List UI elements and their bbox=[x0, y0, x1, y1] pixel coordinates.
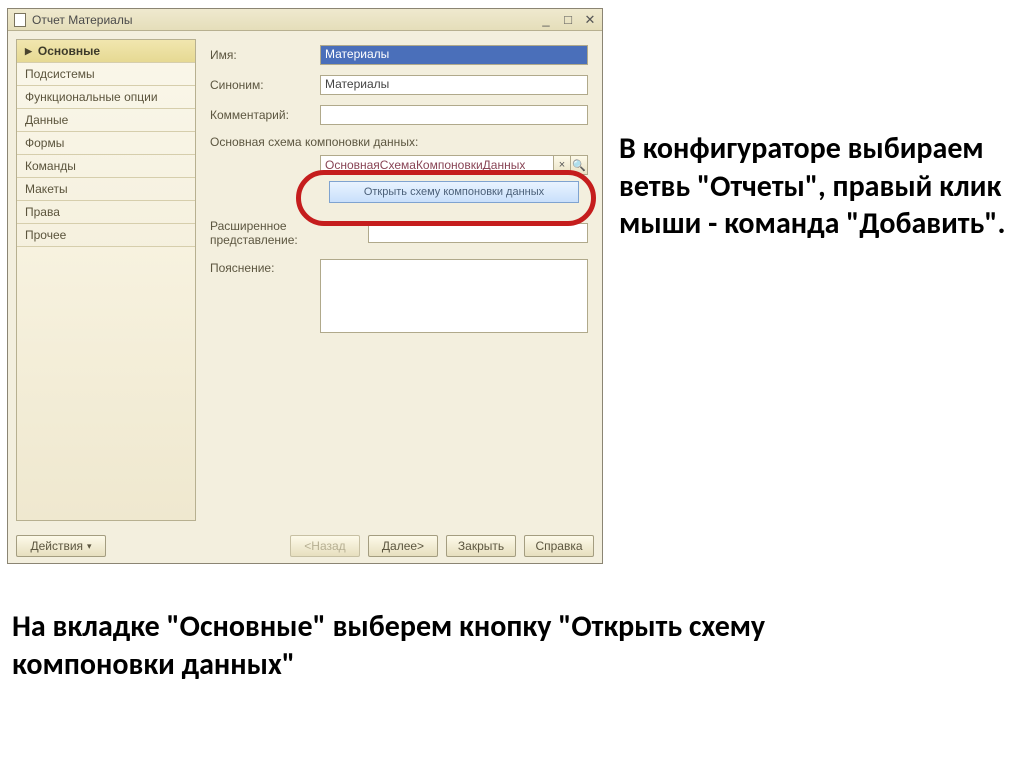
next-button[interactable]: Далее> bbox=[368, 535, 438, 557]
titlebar: Отчет Материалы _ □ ✕ bbox=[8, 9, 602, 31]
bottom-bar: Действия <Назад Далее> Закрыть Справка bbox=[8, 529, 602, 563]
actions-button[interactable]: Действия bbox=[16, 535, 106, 557]
window-buttons: _ □ ✕ bbox=[538, 12, 598, 28]
close-button[interactable]: Закрыть bbox=[446, 535, 516, 557]
clear-icon[interactable]: × bbox=[553, 155, 571, 175]
help-button[interactable]: Справка bbox=[524, 535, 594, 557]
sidebar-item-rights[interactable]: Права bbox=[17, 201, 195, 224]
form-area: Имя: Материалы Синоним: Материалы Коммен… bbox=[200, 39, 594, 521]
sidebar-item-commands[interactable]: Команды bbox=[17, 155, 195, 178]
sidebar-item-func-options[interactable]: Функциональные опции bbox=[17, 86, 195, 109]
sidebar-item-other[interactable]: Прочее bbox=[17, 224, 195, 247]
open-schema-button[interactable]: Открыть схему компоновки данных bbox=[329, 181, 579, 203]
sidebar-item-templates[interactable]: Макеты bbox=[17, 178, 195, 201]
explanation-field[interactable] bbox=[320, 259, 588, 333]
sidebar-item-subsystems[interactable]: Подсистемы bbox=[17, 63, 195, 86]
name-label: Имя: bbox=[210, 48, 320, 62]
magnify-icon[interactable]: 🔍 bbox=[570, 155, 588, 175]
window-title: Отчет Материалы bbox=[32, 13, 532, 27]
maximize-button[interactable]: □ bbox=[560, 12, 576, 28]
minimize-button[interactable]: _ bbox=[538, 12, 554, 28]
report-icon bbox=[14, 13, 26, 27]
close-window-button[interactable]: ✕ bbox=[582, 12, 598, 28]
side-instruction: В конфигураторе выбираем ветвь "Отчеты",… bbox=[619, 130, 1009, 243]
schema-dropdown[interactable]: ОсновнаяСхемаКомпоновкиДанных bbox=[320, 155, 554, 175]
sidebar-item-main[interactable]: Основные bbox=[17, 40, 195, 63]
sidebar-item-data[interactable]: Данные bbox=[17, 109, 195, 132]
back-button[interactable]: <Назад bbox=[290, 535, 360, 557]
schema-section-label: Основная схема компоновки данных: bbox=[210, 135, 588, 149]
sidebar-item-forms[interactable]: Формы bbox=[17, 132, 195, 155]
comment-field[interactable] bbox=[320, 105, 588, 125]
name-field[interactable]: Материалы bbox=[320, 45, 588, 65]
bottom-instruction: На вкладке "Основные" выберем кнопку "От… bbox=[12, 608, 772, 683]
synonym-label: Синоним: bbox=[210, 78, 320, 92]
app-window: Отчет Материалы _ □ ✕ Основные Подсистем… bbox=[7, 8, 603, 564]
explanation-label: Пояснение: bbox=[210, 259, 320, 275]
synonym-field[interactable]: Материалы bbox=[320, 75, 588, 95]
ext-repr-field[interactable] bbox=[368, 223, 588, 243]
comment-label: Комментарий: bbox=[210, 108, 320, 122]
ext-repr-label: Расширенное представление: bbox=[210, 219, 368, 247]
section-sidebar: Основные Подсистемы Функциональные опции… bbox=[16, 39, 196, 521]
